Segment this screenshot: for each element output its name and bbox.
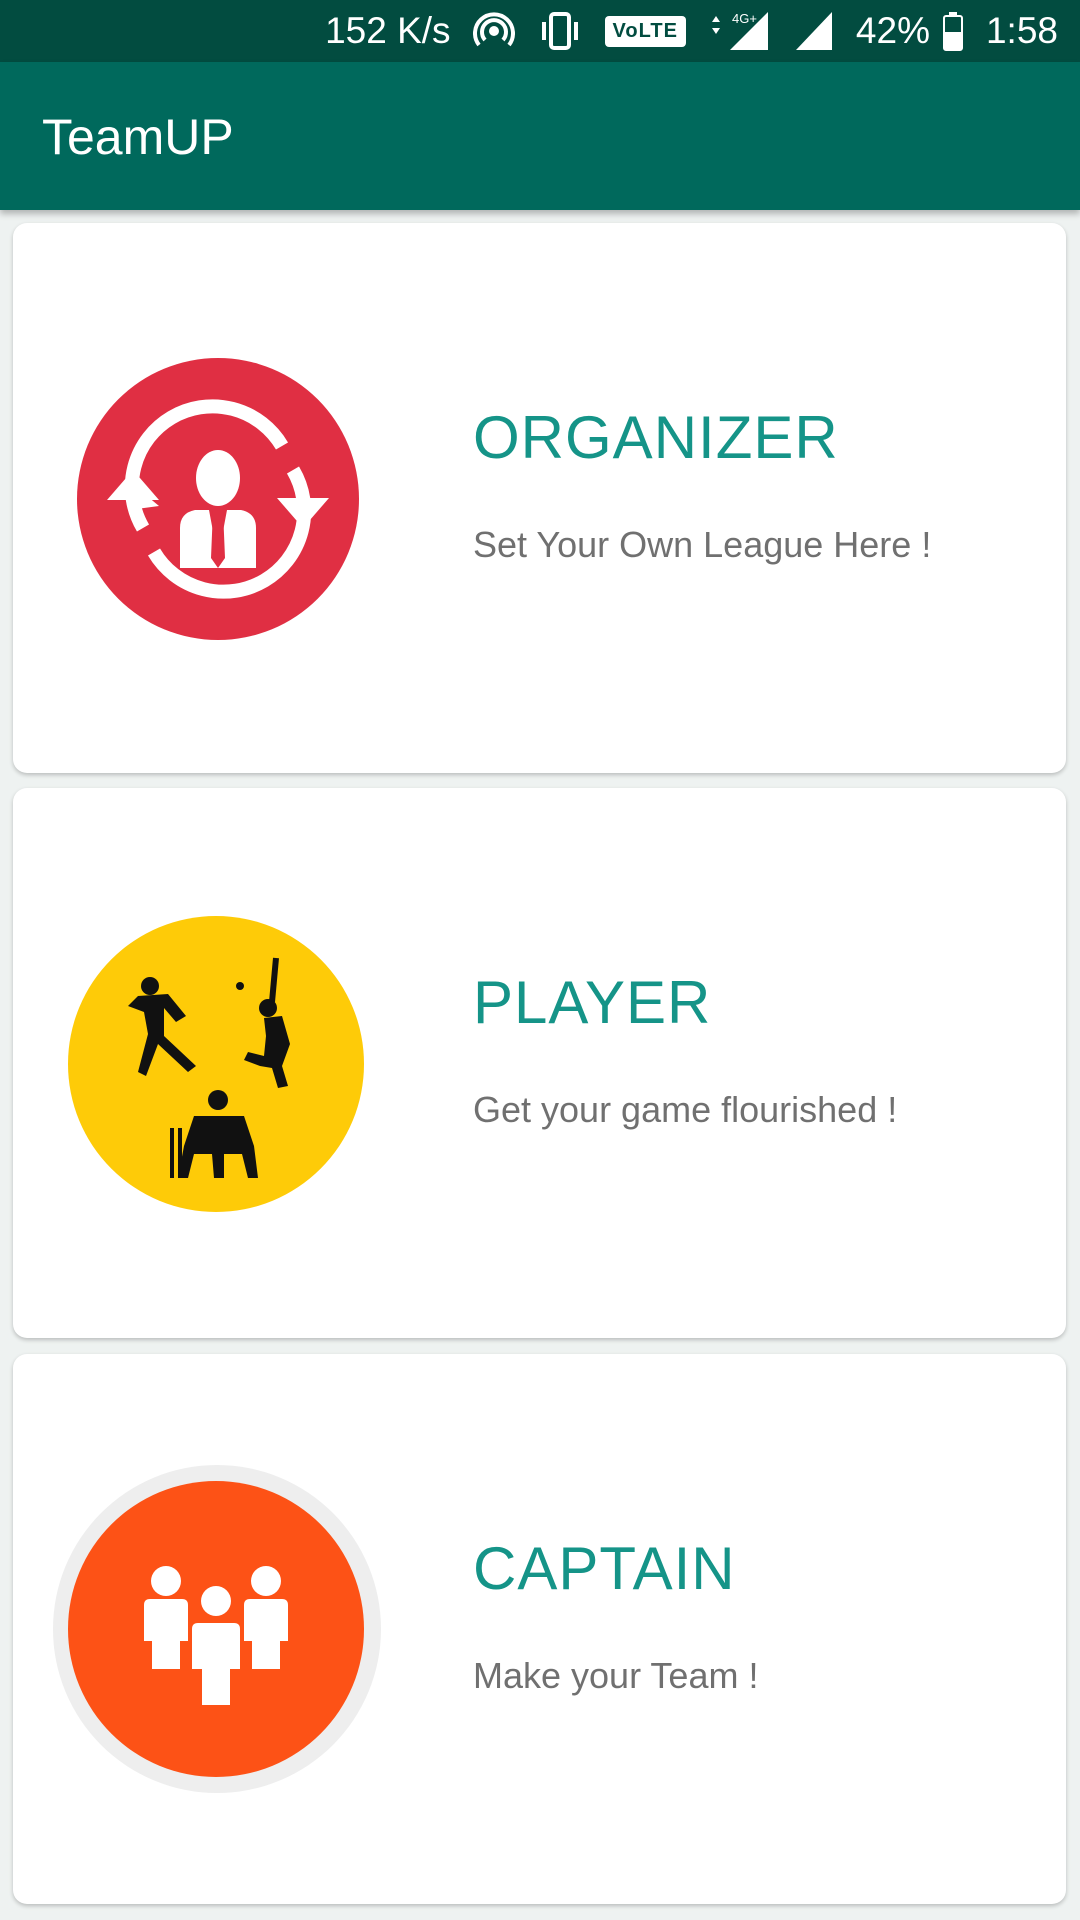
captain-subtitle: Make your Team ! [473, 1655, 759, 1696]
cricket-players-icon [68, 916, 364, 1212]
player-card[interactable]: PLAYER Get your game flourished ! [13, 788, 1066, 1338]
signal-icon [794, 10, 834, 52]
player-title: PLAYER [473, 969, 712, 1036]
network-type: 4G+ [732, 11, 757, 26]
battery-icon [942, 10, 964, 52]
vibrate-icon [537, 10, 583, 52]
organizer-title: ORGANIZER [473, 404, 839, 471]
status-bar: 152 K/s VoLTE 4G+ 42% 1:58 [0, 0, 1080, 62]
player-subtitle: Get your game flourished ! [473, 1089, 898, 1130]
organizer-subtitle: Set Your Own League Here ! [473, 524, 932, 565]
captain-title: CAPTAIN [473, 1535, 736, 1602]
clock: 1:58 [985, 10, 1058, 51]
volte-icon: VoLTE [604, 15, 686, 47]
organizer-card[interactable]: ORGANIZER Set Your Own League Here ! [13, 223, 1066, 773]
app-bar: TeamUP [0, 62, 1080, 210]
captain-card[interactable]: CAPTAIN Make your Team ! [13, 1354, 1066, 1904]
battery-percent: 42% [855, 10, 930, 51]
app-title: TeamUP [42, 109, 234, 165]
team-icon [68, 1481, 364, 1777]
organizer-icon [77, 358, 359, 640]
net-speed: 152 K/s [325, 10, 451, 51]
signal-4g-icon: 4G+ [708, 10, 772, 52]
hotspot-icon [472, 10, 515, 52]
